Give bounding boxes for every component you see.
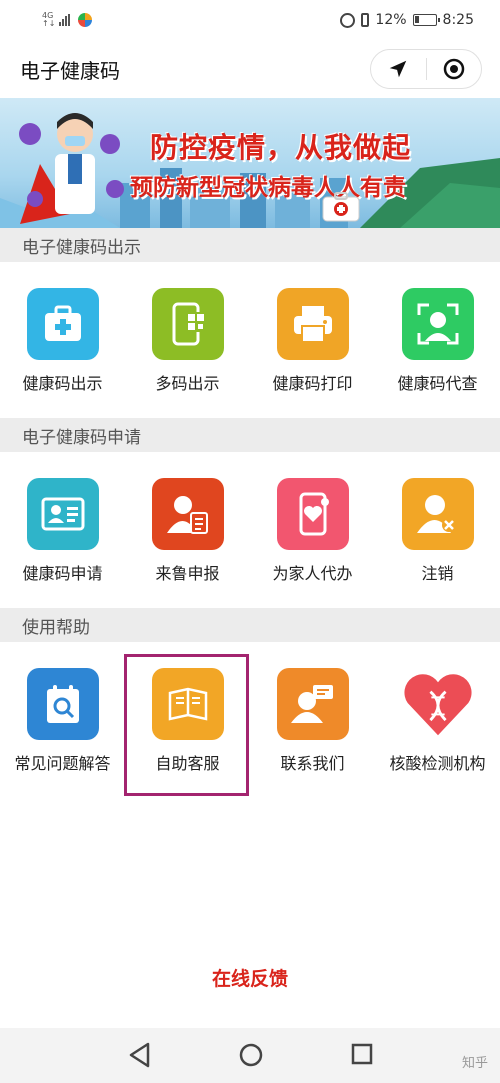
grid-apply: 健康码申请 来鲁申报 为家人代办 注销 xyxy=(0,478,500,584)
grid-item-family-proxy[interactable]: 为家人代办 xyxy=(250,478,375,584)
id-card-icon xyxy=(26,478,99,550)
network-indicator: 4G ↑↓ xyxy=(42,11,56,28)
grid-label: 健康码出示 xyxy=(22,374,103,393)
header: 电子健康码 xyxy=(0,40,500,98)
clock: 8:25 xyxy=(442,12,474,28)
grid-item-faq[interactable]: 常见问题解答 xyxy=(0,668,125,774)
location-arrow-icon[interactable] xyxy=(371,50,426,88)
grid-label: 联系我们 xyxy=(280,754,345,773)
grid-item-shandong-arrival-report[interactable]: 来鲁申报 xyxy=(125,478,250,584)
grid-label: 来鲁申报 xyxy=(155,564,220,583)
signal-icon xyxy=(59,14,71,26)
printer-icon xyxy=(276,288,349,360)
section-header-apply: 电子健康码申请 xyxy=(0,418,500,452)
grid-item-health-code-print[interactable]: 健康码打印 xyxy=(250,288,375,394)
grid-item-multi-code-show[interactable]: 多码出示 xyxy=(125,288,250,394)
banner[interactable]: 防控疫情，从我做起 预防新型冠状病毒人人有责 xyxy=(0,98,500,228)
user-remove-icon xyxy=(401,478,474,550)
grid-item-contact-us[interactable]: 联系我们 xyxy=(250,668,375,774)
grid-label: 常见问题解答 xyxy=(14,754,111,773)
recent-apps-icon[interactable] xyxy=(350,1042,374,1070)
close-target-icon[interactable] xyxy=(427,50,482,88)
first-aid-kit-icon xyxy=(322,192,360,222)
grid-label: 健康码申请 xyxy=(22,564,103,583)
banner-slogan-line1: 防控疫情，从我做起 xyxy=(150,131,412,164)
face-scan-icon xyxy=(401,288,474,360)
user-document-icon xyxy=(151,478,224,550)
phone-qr-icon xyxy=(151,288,224,360)
grid-item-health-code-proxy-check[interactable]: 健康码代查 xyxy=(375,288,500,394)
grid-label: 健康码代查 xyxy=(397,374,478,393)
contact-chat-icon xyxy=(276,668,349,740)
grid-label: 为家人代办 xyxy=(272,564,353,583)
app-notification-icon xyxy=(78,13,93,27)
grid-item-nucleic-acid-testing[interactable]: 核酸检测机构 xyxy=(375,668,500,774)
home-icon[interactable] xyxy=(238,1042,264,1072)
battery-icon xyxy=(412,14,440,26)
vibrate-icon xyxy=(361,13,370,27)
status-bar: 4G ↑↓ 12% 8:25 xyxy=(0,0,500,40)
faq-search-icon xyxy=(26,668,99,740)
grid-item-health-code-show[interactable]: 健康码出示 xyxy=(0,288,125,394)
grid-item-cancel[interactable]: 注销 xyxy=(375,478,500,584)
grid-help: 常见问题解答 自助客服 联系我们 核酸检测机构 xyxy=(0,668,500,774)
back-icon[interactable] xyxy=(128,1042,152,1072)
mini-program-capsule xyxy=(370,49,482,89)
section-header-help: 使用帮助 xyxy=(0,608,500,642)
grid-label: 多码出示 xyxy=(155,374,220,393)
grid-label: 核酸检测机构 xyxy=(389,754,486,773)
page-title: 电子健康码 xyxy=(20,58,120,83)
hero-doctor-graphic xyxy=(19,113,124,224)
phone-heart-icon xyxy=(276,478,349,550)
banner-slogan-line2: 预防新型冠状病毒人人有责 xyxy=(130,175,406,201)
section-header-show: 电子健康码出示 xyxy=(0,228,500,262)
dna-heart-icon xyxy=(402,668,474,740)
grid-label: 注销 xyxy=(421,564,454,583)
grid-show: 健康码出示 多码出示 健康码打印 健康码代查 xyxy=(0,288,500,394)
grid-item-health-code-apply[interactable]: 健康码申请 xyxy=(0,478,125,584)
battery-percent: 12% xyxy=(375,12,407,28)
alarm-icon xyxy=(340,12,356,28)
online-feedback-link[interactable]: 在线反馈 xyxy=(0,964,500,991)
medical-kit-icon xyxy=(26,288,99,360)
watermark: 知乎 xyxy=(461,1056,488,1071)
highlight-box xyxy=(124,654,249,796)
grid-label: 健康码打印 xyxy=(272,374,353,393)
system-nav-bar xyxy=(0,1028,500,1083)
